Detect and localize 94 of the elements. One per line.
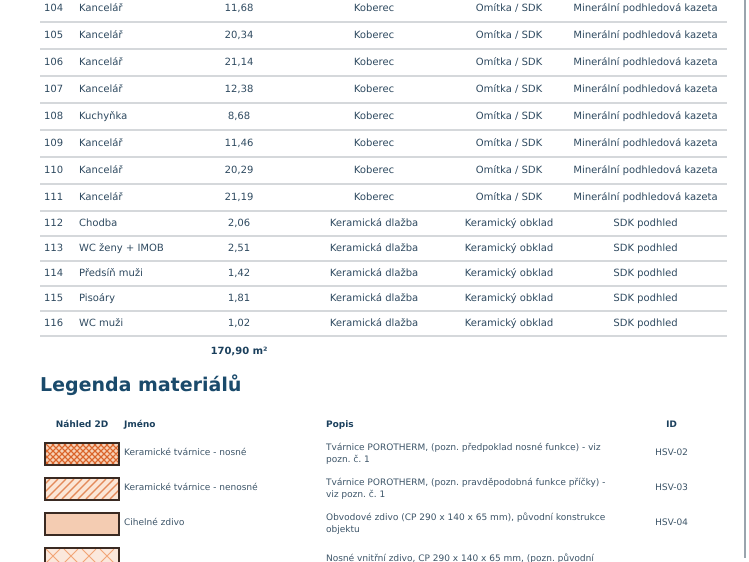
table-cell-text: Omítka / SDK bbox=[476, 2, 542, 16]
section-heading: Legenda materiálů bbox=[40, 373, 242, 398]
table-cell-text: SDK podhled bbox=[613, 292, 678, 306]
column-header: ID bbox=[666, 420, 677, 430]
table-cell-text: Omítka / SDK bbox=[476, 191, 542, 205]
material-name: Keramické tvárnice - nosné bbox=[124, 448, 246, 458]
table-cell-text: 2,06 bbox=[228, 217, 250, 231]
table-cell-text: 109 bbox=[43, 137, 64, 151]
table-cell-text: 20,34 bbox=[224, 29, 254, 43]
table-cell-text: 2,51 bbox=[228, 242, 250, 256]
table-cell-text: Keramický obklad bbox=[464, 267, 554, 281]
table-cell-text: Minerální podhledová kazeta bbox=[573, 2, 718, 16]
table-cell-text: Koberec bbox=[354, 164, 394, 178]
table-cell-text: 107 bbox=[43, 83, 64, 97]
table-cell-text: 112 bbox=[43, 217, 64, 231]
table-cell-text: Kancelář bbox=[79, 191, 124, 205]
table-cell-text: 12,38 bbox=[224, 83, 254, 97]
table-cell-text: Minerální podhledová kazeta bbox=[573, 56, 718, 70]
table-cell-text: Omítka / SDK bbox=[476, 110, 542, 124]
table-cell-text: Omítka / SDK bbox=[476, 29, 542, 43]
material-name: Keramické tvárnice - nenosné bbox=[124, 482, 258, 493]
table-cell-text: 108 bbox=[43, 110, 64, 124]
table-cell-text: Kancelář bbox=[79, 164, 124, 178]
table-cell-text: Keramický obklad bbox=[464, 217, 554, 231]
table-cell-text: Předsíň muži bbox=[79, 267, 144, 281]
table-cell-text: Minerální podhledová kazeta bbox=[573, 110, 718, 124]
table-cell-text: 20,29 bbox=[224, 164, 254, 178]
material-name: Cihelné zdivo bbox=[124, 518, 184, 528]
table-cell-text: SDK podhled bbox=[613, 242, 678, 256]
table-cell-text: 115 bbox=[43, 292, 64, 306]
table-cell-text: Minerální podhledová kazeta bbox=[573, 83, 718, 97]
table-cell-text: Chodba bbox=[79, 217, 118, 231]
table-cell-text: 21,14 bbox=[224, 56, 254, 70]
table-cell-text: Minerální podhledová kazeta bbox=[573, 29, 718, 43]
table-cell-text: Kuchyňka bbox=[79, 110, 128, 124]
material-description: Obvodové zdivo (CP 290 x 140 x 65 mm), původní konstrukce objektu bbox=[326, 512, 606, 536]
table-cell-text: 11,68 bbox=[224, 2, 254, 16]
table-cell-text: 105 bbox=[43, 29, 64, 43]
table-cell-text: 116 bbox=[43, 317, 64, 331]
table-cell-text: 21,19 bbox=[224, 191, 254, 205]
table-cell-text: 104 bbox=[43, 2, 64, 16]
table-cell-text: Koberec bbox=[354, 2, 394, 16]
table-cell-text: Omítka / SDK bbox=[476, 56, 542, 70]
table-cell-text: Keramická dlažba bbox=[330, 267, 418, 281]
table-cell-text: Omítka / SDK bbox=[476, 83, 542, 97]
table-cell-text: Keramická dlažba bbox=[330, 217, 418, 231]
table-cell-text: SDK podhled bbox=[613, 267, 678, 281]
table-cell-text: Kancelář bbox=[79, 29, 124, 43]
material-id: HSV-02 bbox=[655, 448, 688, 458]
table-cell-text: 106 bbox=[43, 56, 64, 70]
table-cell-text: Keramický obklad bbox=[464, 317, 554, 331]
material-description: Tvárnice POROTHERM, (pozn. pravděpodobná funkce příčky) - viz pozn. č. 1 bbox=[326, 476, 606, 500]
table-cell-text: Keramická dlažba bbox=[330, 242, 418, 256]
table-cell-text: Koberec bbox=[354, 191, 394, 205]
column-header: Popis bbox=[326, 420, 354, 430]
table-cell-text: 8,68 bbox=[228, 110, 250, 124]
table-cell-text: Koberec bbox=[354, 110, 394, 124]
total-area: 170,90 m² bbox=[184, 344, 294, 358]
table-cell-text: WC ženy + IMOB bbox=[79, 242, 165, 256]
table-cell-text: 1,02 bbox=[228, 317, 250, 331]
column-header: Jméno bbox=[124, 420, 156, 430]
material-id: HSV-03 bbox=[655, 482, 688, 493]
table-cell-text: Keramický obklad bbox=[464, 292, 554, 306]
material-description: Nosné vnitřní zdivo, CP 290 x 140 x 65 mm, (pozn. původní bbox=[326, 552, 595, 562]
table-cell-text: 111 bbox=[43, 191, 64, 205]
table-cell-text: SDK podhled bbox=[613, 217, 678, 231]
table-cell-text: Kancelář bbox=[79, 83, 124, 97]
table-cell-text: WC muži bbox=[79, 317, 124, 331]
table-cell-text: SDK podhled bbox=[613, 317, 678, 331]
table-cell-text: 110 bbox=[43, 164, 64, 178]
material-description: Tvárnice POROTHERM, (pozn. předpoklad nosné funkce) - viz pozn. č. 1 bbox=[326, 442, 602, 466]
table-cell-text: 11,46 bbox=[224, 137, 254, 151]
table-cell-text: Keramická dlažba bbox=[330, 317, 418, 331]
table-cell-text: Minerální podhledová kazeta bbox=[573, 137, 718, 151]
table-cell-text: Minerální podhledová kazeta bbox=[573, 164, 718, 178]
table-cell-text: Koberec bbox=[354, 83, 394, 97]
table-cell-text: Koberec bbox=[354, 56, 394, 70]
table-cell-text: Kancelář bbox=[79, 137, 124, 151]
table-cell-text: Keramický obklad bbox=[464, 242, 554, 256]
table-cell-text: Koberec bbox=[354, 29, 394, 43]
table-cell-text: Omítka / SDK bbox=[476, 164, 542, 178]
table-cell-text: 113 bbox=[43, 242, 64, 256]
table-cell-text: 1,81 bbox=[228, 292, 250, 306]
table-cell-text: Kancelář bbox=[79, 2, 124, 16]
table-cell-text: 114 bbox=[43, 267, 64, 281]
material-id: HSV-04 bbox=[655, 518, 688, 528]
column-header: Náhled 2D bbox=[56, 420, 108, 430]
table-cell-text: Pisoáry bbox=[79, 292, 116, 306]
table-cell-text: Kancelář bbox=[79, 56, 124, 70]
table-cell-text: 1,42 bbox=[228, 267, 250, 281]
table-cell-text: Keramická dlažba bbox=[330, 292, 418, 306]
table-cell-text: Minerální podhledová kazeta bbox=[573, 191, 718, 205]
table-cell-text: Omítka / SDK bbox=[476, 137, 542, 151]
table-cell-text: Koberec bbox=[354, 137, 394, 151]
